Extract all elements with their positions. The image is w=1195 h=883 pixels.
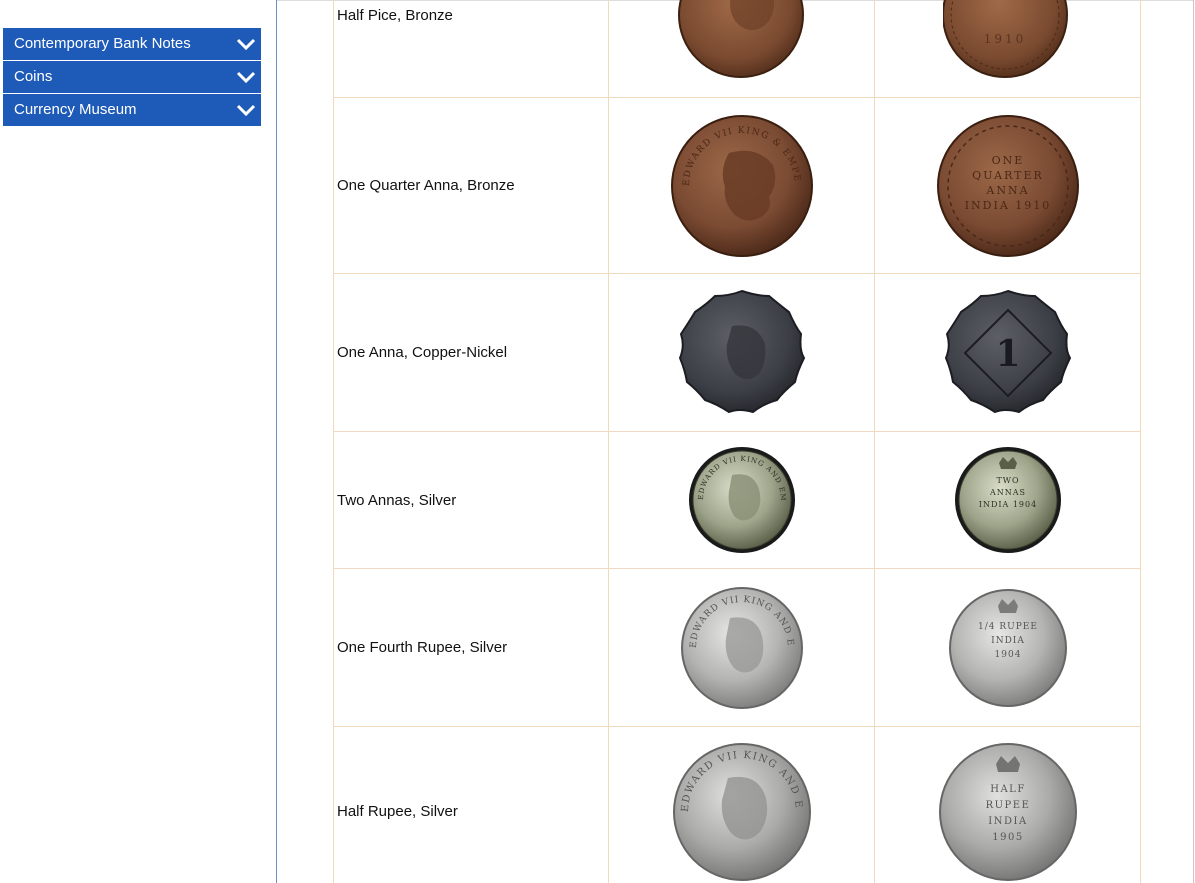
coin-obverse-cell: EDWARD VII KING AND EMPEROR: [608, 726, 875, 883]
coin-reverse-image: HALF RUPEE INDIA 1905: [938, 742, 1077, 881]
coin-table: Half Pice, Bronze 1910 One Quarter Anna,…: [333, 0, 1141, 883]
chevron-down-icon[interactable]: [236, 37, 256, 51]
coin-obverse-image: EDWARD VII KING AND EMPEROR: [672, 742, 811, 881]
coin-name: One Fourth Rupee, Silver: [333, 568, 609, 727]
table-row: Half Rupee, Silver EDWARD VII KING AND E…: [333, 726, 1141, 883]
coin-name: One Quarter Anna, Bronze: [333, 97, 609, 274]
coin-obverse-cell: [608, 0, 875, 98]
sidebar-item-coins[interactable]: Coins: [3, 61, 261, 93]
coin-name: Half Pice, Bronze: [333, 0, 609, 98]
sidebar-item-label: Contemporary Bank Notes: [14, 35, 191, 52]
coin-reverse-text: 1/4 RUPEE INDIA 1904: [977, 621, 1038, 660]
chevron-down-icon[interactable]: [236, 103, 256, 117]
coin-reverse-cell: ONE QUARTER ANNA INDIA 1910: [874, 97, 1141, 274]
coin-obverse-image: [677, 0, 804, 78]
coin-name: Two Annas, Silver: [333, 431, 609, 569]
coin-reverse-cell: 1910: [874, 0, 1141, 98]
coin-reverse-cell: 1/4 RUPEE INDIA 1904: [874, 568, 1141, 727]
table-row: Two Annas, Silver EDWARD VII KING AND EM…: [333, 431, 1141, 569]
coin-obverse-image: EDWARD VII KING AND EMPEROR: [687, 445, 795, 553]
coin-reverse-image: 1/4 RUPEE INDIA 1904: [948, 588, 1067, 707]
coin-obverse-image: EDWARD VII KING & EMPEROR: [669, 113, 813, 257]
coin-obverse-image: EDWARD VII KING AND EMPEROR: [680, 586, 803, 709]
sidebar-menu: Contemporary Bank Notes Coins Currency M…: [3, 28, 261, 127]
sidebar-item-label: Coins: [14, 68, 53, 85]
coin-reverse-text: TWO ANNAS INDIA 1904: [978, 476, 1037, 509]
coin-reverse-image: TWO ANNAS INDIA 1904: [954, 447, 1061, 553]
table-row: One Fourth Rupee, Silver EDWARD VII KING…: [333, 568, 1141, 727]
table-row: One Quarter Anna, Bronze EDWARD VII KING…: [333, 97, 1141, 274]
coin-reverse-cell: TWO ANNAS INDIA 1904: [874, 431, 1141, 569]
coin-reverse-text: 1: [995, 333, 1020, 375]
coin-obverse-cell: EDWARD VII KING AND EMPEROR: [608, 431, 875, 569]
coin-name: One Anna, Copper-Nickel: [333, 273, 609, 432]
coin-reverse-text: 1910: [983, 32, 1026, 46]
content-right-border: [1193, 0, 1194, 883]
coin-reverse-text: ONE QUARTER ANNA INDIA 1910: [964, 153, 1051, 212]
content-left-border: [276, 0, 277, 883]
coin-obverse-cell: EDWARD VII KING & EMPEROR: [608, 97, 875, 274]
table-row: One Anna, Copper-Nickel 1: [333, 273, 1141, 432]
sidebar-item-label: Currency Museum: [14, 101, 137, 118]
coin-obverse-image: [678, 289, 805, 413]
coin-reverse-cell: HALF RUPEE INDIA 1905: [874, 726, 1141, 883]
coin-reverse-image: ONE QUARTER ANNA INDIA 1910: [936, 114, 1079, 257]
sidebar-item-currency-museum[interactable]: Currency Museum: [3, 94, 261, 126]
coin-name: Half Rupee, Silver: [333, 726, 609, 883]
chevron-down-icon[interactable]: [236, 70, 256, 84]
coin-reverse-image: 1: [944, 289, 1071, 413]
table-row: Half Pice, Bronze 1910: [333, 0, 1141, 98]
coin-reverse-cell: 1: [874, 273, 1141, 432]
coin-obverse-cell: EDWARD VII KING AND EMPEROR: [608, 568, 875, 727]
coin-reverse-image: 1910: [942, 0, 1068, 78]
sidebar-item-contemporary-bank-notes[interactable]: Contemporary Bank Notes: [3, 28, 261, 60]
coin-obverse-cell: [608, 273, 875, 432]
page: Contemporary Bank Notes Coins Currency M…: [0, 0, 1195, 883]
coin-reverse-text: HALF RUPEE INDIA 1905: [985, 783, 1030, 843]
